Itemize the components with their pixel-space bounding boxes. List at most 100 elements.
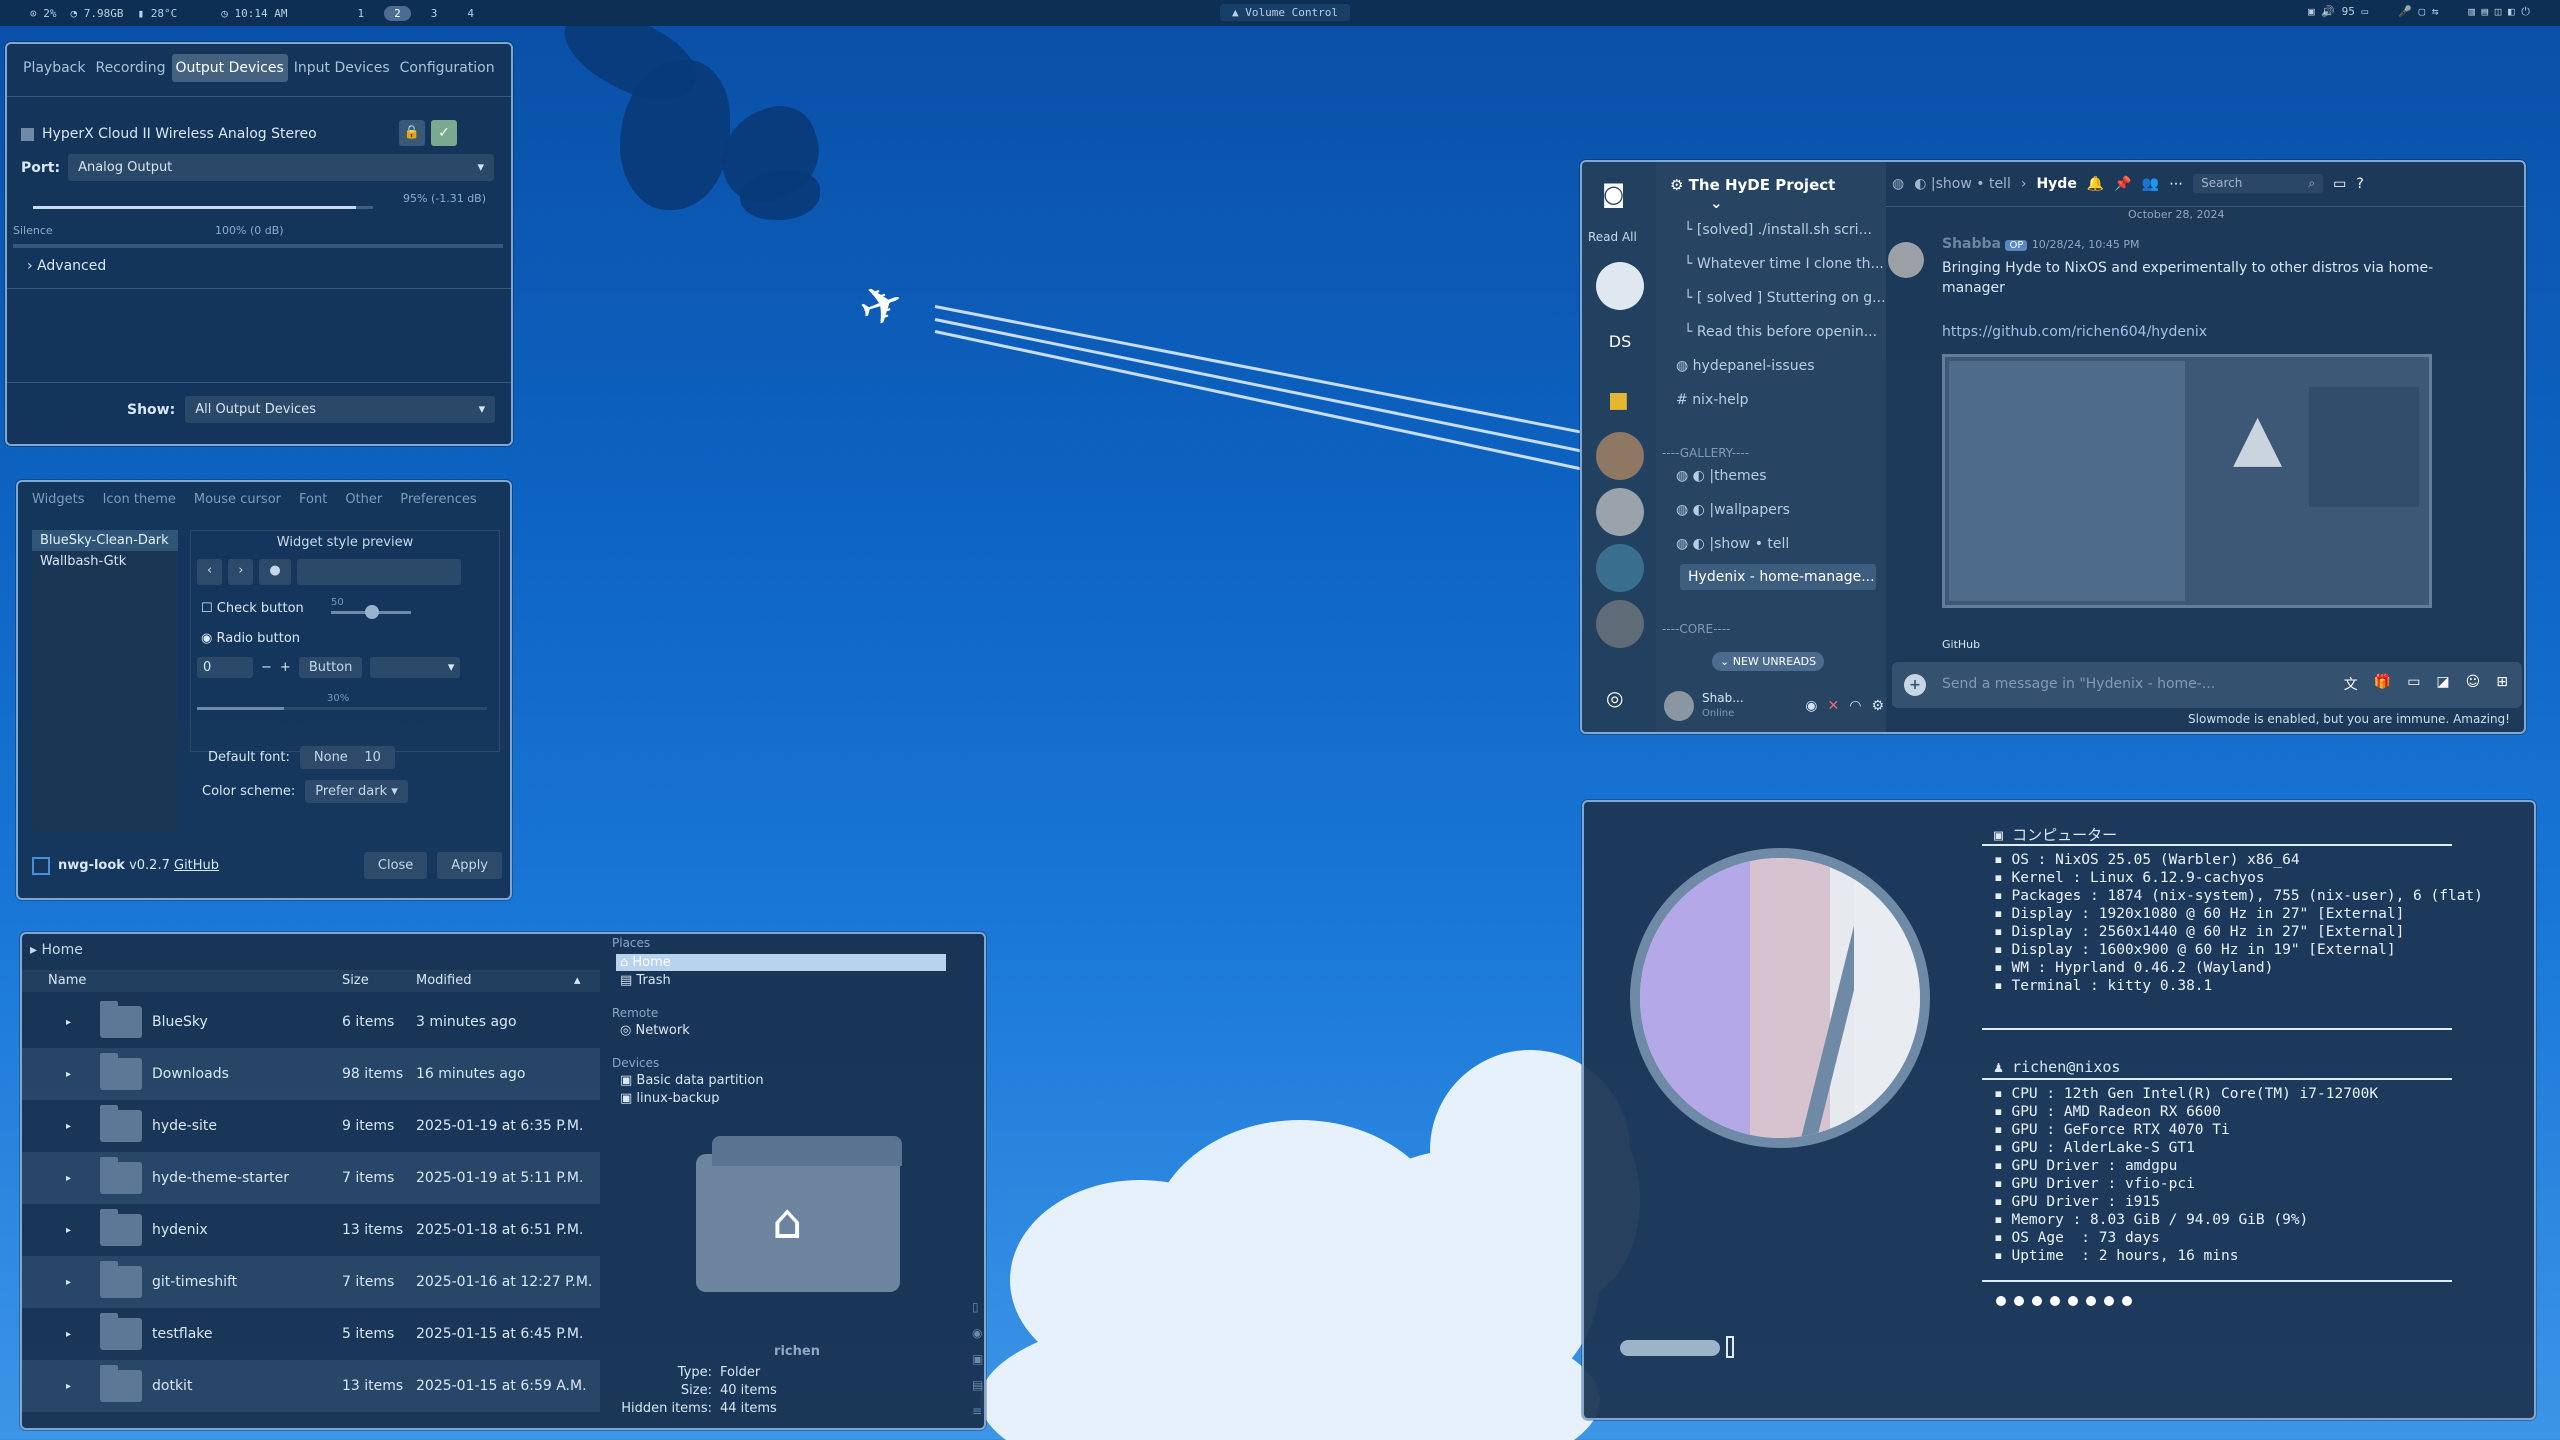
spin-value[interactable]: 0	[197, 657, 253, 678]
bell-icon[interactable]: 🔔	[2087, 176, 2104, 192]
help-icon[interactable]: ?	[2356, 176, 2363, 192]
channel-item[interactable]: └ Read this before openin...	[1684, 324, 1894, 340]
channel-item[interactable]: └ [ solved ] Stuttering on g...	[1684, 290, 1894, 306]
file-row[interactable]: ▸ hyde-site 9 items 2025-01-19 at 6:35 P.M.	[22, 1100, 600, 1152]
inbox-icon[interactable]: ▭	[2333, 176, 2346, 192]
breadcrumb[interactable]: ▸ Home	[30, 942, 83, 958]
spin-minus-button[interactable]: −	[261, 660, 272, 675]
preview-button[interactable]: Button	[298, 657, 363, 678]
advanced-expander[interactable]: › Advanced	[27, 258, 106, 274]
forward-icon[interactable]: ›	[228, 559, 254, 585]
file-row[interactable]: ▸ hydenix 13 items 2025-01-18 at 6:51 P.M.	[22, 1204, 600, 1256]
author-avatar[interactable]	[1888, 242, 1924, 278]
place-home[interactable]: ⌂ Home	[616, 954, 946, 971]
server-icon[interactable]	[1596, 262, 1644, 310]
show-select[interactable]: All Output Devices ▾	[185, 396, 496, 423]
place-trash[interactable]: ▤ Trash	[616, 972, 946, 989]
check-button[interactable]: ☐ Check button	[201, 601, 304, 616]
device-item[interactable]: ▣ Basic data partition	[616, 1072, 946, 1089]
close-button[interactable]: Close	[363, 852, 428, 879]
translate-icon[interactable]: 文	[2344, 674, 2358, 694]
gift-icon[interactable]: 🎁	[2374, 674, 2391, 694]
server-name[interactable]: ⚙ The HyDE Project ⌄	[1670, 176, 1886, 212]
settings-icon[interactable]: ⚙	[1871, 698, 1884, 714]
workspace-3[interactable]: 3	[421, 6, 448, 21]
clock[interactable]: ◷ 10:14 AM	[221, 7, 287, 20]
author-name[interactable]: Shabba	[1942, 236, 2001, 252]
lock-channels-button[interactable]: 🔒	[399, 120, 425, 146]
attach-plus-icon[interactable]: +	[1904, 674, 1926, 696]
workspace-1[interactable]: 1	[347, 6, 374, 21]
headphones-icon[interactable]: ◠	[1849, 698, 1861, 714]
expand-arrow-icon[interactable]: ▸	[66, 1017, 71, 1028]
tab-input-devices[interactable]: Input Devices	[290, 54, 394, 82]
server-icon[interactable]	[1596, 432, 1644, 480]
mic-muted-icon[interactable]: ✕	[1827, 698, 1839, 714]
preview-entry[interactable]	[296, 559, 461, 585]
file-row[interactable]: ▸ testflake 5 items 2025-01-15 at 6:45 P.M.	[22, 1308, 600, 1360]
expand-arrow-icon[interactable]: ▸	[66, 1225, 71, 1236]
tab-mouse-cursor[interactable]: Mouse cursor	[194, 492, 281, 507]
tab-icon-theme[interactable]: Icon theme	[103, 492, 176, 507]
file-row[interactable]: ▸ dotkit 13 items 2025-01-15 at 6:59 A.M.	[22, 1360, 600, 1412]
gamepad-icon[interactable]: ◉	[1805, 698, 1817, 714]
channel-wallpapers[interactable]: ◍ ◐ |wallpapers	[1676, 502, 1886, 518]
channel-item[interactable]: ◍ hydepanel-issues	[1676, 358, 1886, 374]
new-unreads-pill[interactable]: ⌄ NEW UNREADS	[1712, 652, 1825, 671]
tab-font[interactable]: Font	[299, 492, 327, 507]
theme-item[interactable]: BlueSky-Clean-Dark	[32, 530, 178, 551]
column-name[interactable]: Name	[48, 973, 86, 988]
workspace-2[interactable]: 2	[384, 5, 411, 21]
folder-icon[interactable]: ■	[1608, 388, 1629, 413]
server-ds[interactable]: DS	[1596, 318, 1644, 366]
expand-arrow-icon[interactable]: ▸	[66, 1277, 71, 1288]
tab-output-devices[interactable]: Output Devices	[171, 54, 288, 82]
column-size[interactable]: Size	[342, 973, 369, 988]
file-row[interactable]: ▸ Downloads 98 items 16 minutes ago	[22, 1048, 600, 1100]
channel-item[interactable]: └ Whatever time I clone th...	[1684, 256, 1894, 272]
pin-icon[interactable]: 📌	[2114, 176, 2131, 192]
thread-hydenix[interactable]: Hydenix - home-manage...	[1680, 564, 1876, 590]
power-icons[interactable]: ▥ ▤ ◫ ◧ ⏻	[2468, 5, 2530, 19]
tab-widgets[interactable]: Widgets	[32, 492, 85, 507]
tab-configuration[interactable]: Configuration	[396, 54, 499, 82]
set-default-button[interactable]: ✓	[431, 120, 457, 146]
avatar[interactable]	[1664, 691, 1694, 721]
message-input[interactable]: Send a message in "Hydenix - home-...	[1942, 676, 2215, 692]
place-network[interactable]: ◎ Network	[616, 1022, 946, 1039]
channel-item[interactable]: └ [solved] ./install.sh scri...	[1684, 222, 1894, 238]
discord-logo-icon[interactable]: ◙	[1602, 180, 1625, 208]
read-all-button[interactable]: Read All	[1588, 230, 1637, 244]
spin-plus-button[interactable]: +	[280, 660, 291, 675]
tab-other[interactable]: Other	[345, 492, 382, 507]
search-input[interactable]: Search ⌕	[2193, 174, 2324, 193]
record-icon[interactable]: ●	[259, 559, 291, 585]
side-toolbar[interactable]: ▯ ◉ ▣ ▤ ≡	[972, 1294, 983, 1424]
emoji-icon[interactable]: ☺	[2466, 674, 2481, 694]
file-row[interactable]: ▸ git-timeshift 7 items 2025-01-16 at 12:27…	[22, 1256, 600, 1308]
file-row[interactable]: ▸ BlueSky 6 items 3 minutes ago	[22, 996, 600, 1048]
channel-item[interactable]: # nix-help	[1676, 392, 1886, 408]
server-icon[interactable]	[1596, 488, 1644, 536]
expand-arrow-icon[interactable]: ▸	[66, 1329, 71, 1340]
radio-button[interactable]: ◉ Radio button	[201, 631, 300, 646]
apply-button[interactable]: Apply	[437, 852, 502, 879]
more-icon[interactable]: ⋯	[2169, 176, 2183, 192]
tray-icons[interactable]: 🎤 ▢ ⇆	[2398, 5, 2438, 19]
theme-item[interactable]: Wallbash-Gtk	[32, 551, 178, 572]
github-link[interactable]: GitHub	[174, 858, 219, 873]
gif-icon[interactable]: ▭	[2407, 674, 2420, 694]
members-icon[interactable]: 👥	[2142, 176, 2159, 192]
sticker-icon[interactable]: ◪	[2436, 674, 2449, 694]
volume-slider[interactable]	[33, 206, 373, 209]
scheme-select[interactable]: Prefer dark ▾	[305, 780, 408, 803]
tray-group[interactable]: ▣ 🔊 95 ▭	[2308, 5, 2368, 19]
channel-themes[interactable]: ◍ ◐ |themes	[1676, 468, 1886, 484]
tab-playback[interactable]: Playback	[19, 54, 89, 82]
expand-arrow-icon[interactable]: ▸	[66, 1069, 71, 1080]
channel-show-tell[interactable]: ◍ ◐ |show • tell	[1676, 536, 1886, 552]
scale-knob[interactable]	[365, 605, 379, 619]
expand-arrow-icon[interactable]: ▸	[66, 1381, 71, 1392]
discover-icon[interactable]: ◎	[1606, 686, 1623, 710]
back-icon[interactable]: ‹	[197, 559, 223, 585]
